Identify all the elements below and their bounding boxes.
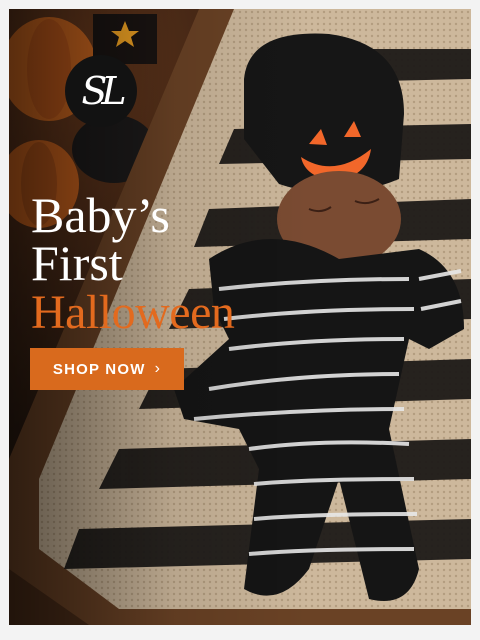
headline-line-1: Baby’s — [31, 187, 170, 243]
headline-line-2: First — [31, 235, 123, 291]
chevron-right-icon: › — [154, 360, 162, 377]
headline: Baby’s First Halloween — [31, 187, 281, 339]
shop-now-button[interactable]: SHOP NOW › — [30, 348, 184, 390]
shop-now-label: SHOP NOW — [52, 360, 146, 378]
logo-monogram: SL — [81, 69, 126, 113]
headline-line-3: Halloween — [31, 286, 235, 339]
promo-banner: SL Baby’s First Halloween SHOP NOW › — [9, 9, 471, 625]
brand-logo[interactable]: SL — [65, 55, 137, 127]
